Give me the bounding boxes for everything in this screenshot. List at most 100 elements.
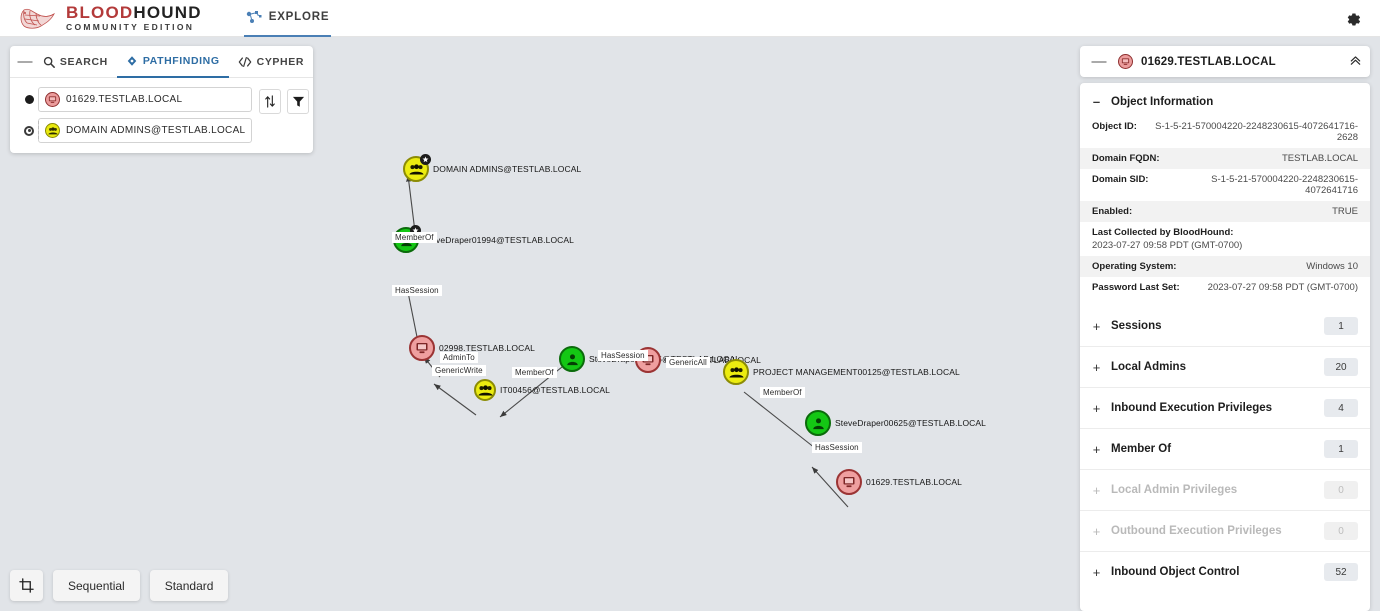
object-info-value: TESTLAB.LOCAL xyxy=(1281,153,1358,164)
plus-icon: + xyxy=(1092,523,1101,539)
settings-gear-button[interactable] xyxy=(1342,8,1364,30)
entity-section-local-admin-privileges[interactable]: + Local Admin Privileges 0 xyxy=(1080,469,1370,510)
object-info-value: TRUE xyxy=(1332,206,1358,217)
tab-cypher[interactable]: CYPHER xyxy=(229,46,313,78)
collapse-all-sections-button[interactable] xyxy=(1349,54,1362,69)
graph-edge-line xyxy=(406,174,416,233)
entity-title: 01629.TESTLAB.LOCAL xyxy=(1141,55,1276,68)
expand-graph-button[interactable] xyxy=(10,570,43,601)
graph-node-user[interactable]: SteveDraper00625@TESTLAB.LOCAL xyxy=(805,410,986,436)
entity-section-count: 1 xyxy=(1324,440,1358,458)
search-icon xyxy=(43,56,55,68)
entity-section-label: Member Of xyxy=(1111,443,1172,455)
gear-icon xyxy=(1347,13,1360,25)
graph-edge-label: AdminTo xyxy=(440,352,478,363)
computer-node-icon xyxy=(836,469,862,495)
entity-section-count: 4 xyxy=(1324,399,1358,417)
graph-edge-label: HasSession xyxy=(598,350,648,361)
graph-edge-label: GenericAll xyxy=(666,357,710,368)
computer-node-icon xyxy=(1118,54,1133,69)
entity-section-count: 0 xyxy=(1324,481,1358,499)
entity-section-count: 52 xyxy=(1324,563,1358,581)
bloodhound-dog-logo-icon xyxy=(20,8,56,29)
collapse-left-panel-button[interactable]: — xyxy=(16,53,34,70)
entity-section-sessions[interactable]: + Sessions 1 xyxy=(1080,306,1370,346)
object-information-section-header[interactable]: – Object Information xyxy=(1080,89,1370,116)
layout-standard-button[interactable]: Standard xyxy=(149,570,229,601)
plus-icon: + xyxy=(1092,564,1101,580)
pathfinding-node-rows: 01629.TESTLAB.LOCAL DOMAIN ADMINS@TESTLA… xyxy=(20,87,253,143)
tab-search-label: SEARCH xyxy=(59,55,108,68)
double-chevron-up-icon xyxy=(1350,56,1361,65)
end-node-input[interactable]: DOMAIN ADMINS@TESTLAB.LOCAL xyxy=(38,118,253,143)
filter-edges-button[interactable] xyxy=(287,89,310,114)
entity-section-local-admins[interactable]: + Local Admins 20 xyxy=(1080,346,1370,387)
group-node-icon xyxy=(45,123,60,138)
tab-pathfinding[interactable]: PATHFINDING xyxy=(116,46,229,78)
brand-name-hound: HOUND xyxy=(133,3,202,23)
graph-node-group[interactable]: DOMAIN ADMINS@TESTLAB.LOCAL xyxy=(403,154,581,182)
plus-icon: + xyxy=(1092,400,1101,416)
object-info-value: S-1-5-21-570004220-2248230615-4072641716… xyxy=(1155,121,1358,143)
object-info-row: Domain SID: S-1-5-21-570004220-2248230615… xyxy=(1080,169,1370,201)
swap-vertical-arrows-icon xyxy=(265,95,276,108)
entity-section-outbound-execution-privileges[interactable]: + Outbound Execution Privileges 0 xyxy=(1080,510,1370,551)
graph-edge-label: GenericWrite xyxy=(432,365,486,376)
nav-item-explore[interactable]: EXPLORE xyxy=(243,0,332,37)
nav-item-explore-label: EXPLORE xyxy=(268,11,330,23)
entity-section-inbound-object-control[interactable]: + Inbound Object Control 52 xyxy=(1080,551,1370,592)
tab-search[interactable]: SEARCH xyxy=(34,46,117,78)
start-node-input[interactable]: 01629.TESTLAB.LOCAL xyxy=(38,87,253,112)
graph-node-computer[interactable]: 01629.TESTLAB.LOCAL xyxy=(836,469,962,495)
graph-node-label: SteveDraper01994@TESTLAB.LOCAL xyxy=(423,235,575,245)
entity-section-inbound-execution-privileges[interactable]: + Inbound Execution Privileges 4 xyxy=(1080,387,1370,428)
pathfinding-panel: — SEARCH PATHFINDING CYPHER 01629.TESTLA… xyxy=(10,46,313,153)
object-info-value: Windows 10 xyxy=(1306,261,1358,272)
end-node-marker-icon xyxy=(20,125,38,136)
brand-name-blood: BLOOD xyxy=(66,3,134,23)
entity-section-label: Local Admin Privileges xyxy=(1111,484,1238,496)
swap-nodes-button[interactable] xyxy=(259,89,282,114)
object-info-value: S-1-5-21-570004220-2248230615-4072641716 xyxy=(1211,174,1358,196)
entity-header: — 01629.TESTLAB.LOCAL xyxy=(1080,46,1370,77)
object-info-row: Password Last Set: 2023-07-27 09:58 PDT (… xyxy=(1080,277,1370,298)
graph-node-label: SteveDraper00625@TESTLAB.LOCAL xyxy=(835,418,987,428)
entity-section-label: Sessions xyxy=(1111,320,1162,332)
graph-edge-label: MemberOf xyxy=(760,387,805,398)
explore-graph-icon xyxy=(246,11,262,23)
object-information-label: Object Information xyxy=(1111,95,1214,108)
crop-expand-icon xyxy=(19,578,34,593)
graph-node-group[interactable]: PROJECT MANAGEMENT00125@TESTLAB.LOCAL xyxy=(723,359,960,385)
object-info-value: 2023-07-27 09:58 PDT (GMT-0700) xyxy=(1207,282,1358,293)
object-info-row: Operating System: Windows 10 xyxy=(1080,256,1370,277)
graph-edge-label: MemberOf xyxy=(392,232,437,243)
minus-icon: – xyxy=(1092,94,1101,109)
collapse-right-panel-button[interactable]: — xyxy=(1088,53,1110,70)
entity-accordion-sections: + Sessions 1 + Local Admins 20 + Inbound Execut… xyxy=(1080,306,1370,592)
object-info-key: Enabled: xyxy=(1092,206,1133,217)
object-info-key: Domain SID: xyxy=(1092,174,1149,185)
object-info-row: Enabled: TRUE xyxy=(1080,201,1370,222)
object-info-row: Object ID: S-1-5-21-570004220-2248230615-… xyxy=(1080,116,1370,148)
entity-section-count: 1 xyxy=(1324,317,1358,335)
end-node-value: DOMAIN ADMINS@TESTLAB.LOCAL xyxy=(66,125,246,136)
group-node-icon xyxy=(403,154,431,182)
entity-section-label: Inbound Execution Privileges xyxy=(1111,402,1273,414)
group-node-icon xyxy=(723,359,749,385)
object-info-row: Domain FQDN: TESTLAB.LOCAL xyxy=(1080,148,1370,169)
path-connector-line xyxy=(38,121,39,139)
bloodhound-explore-page: DOMAIN ADMINS@TESTLAB.LOCAL SteveDraper01… xyxy=(0,0,1380,611)
pathfinding-actions xyxy=(259,87,310,114)
graph-layout-toolbar: Sequential Standard xyxy=(10,570,229,601)
object-info-row: Last Collected by BloodHound: 2023-07-27 … xyxy=(1080,222,1370,256)
brand-logo-text: BLOODHOUND COMMUNITY EDITION xyxy=(66,4,202,32)
graph-edge-label: HasSession xyxy=(392,285,442,296)
user-node-icon xyxy=(805,410,831,436)
plus-icon: + xyxy=(1092,482,1101,498)
brand-logo[interactable]: BLOODHOUND COMMUNITY EDITION xyxy=(18,4,202,32)
graph-node-group[interactable]: IT00456@TESTLAB.LOCAL xyxy=(474,379,610,401)
entity-section-label: Local Admins xyxy=(1111,361,1186,373)
layout-sequential-button[interactable]: Sequential xyxy=(53,570,140,601)
graph-node-label: 01629.TESTLAB.LOCAL xyxy=(866,477,962,487)
entity-section-member-of[interactable]: + Member Of 1 xyxy=(1080,428,1370,469)
